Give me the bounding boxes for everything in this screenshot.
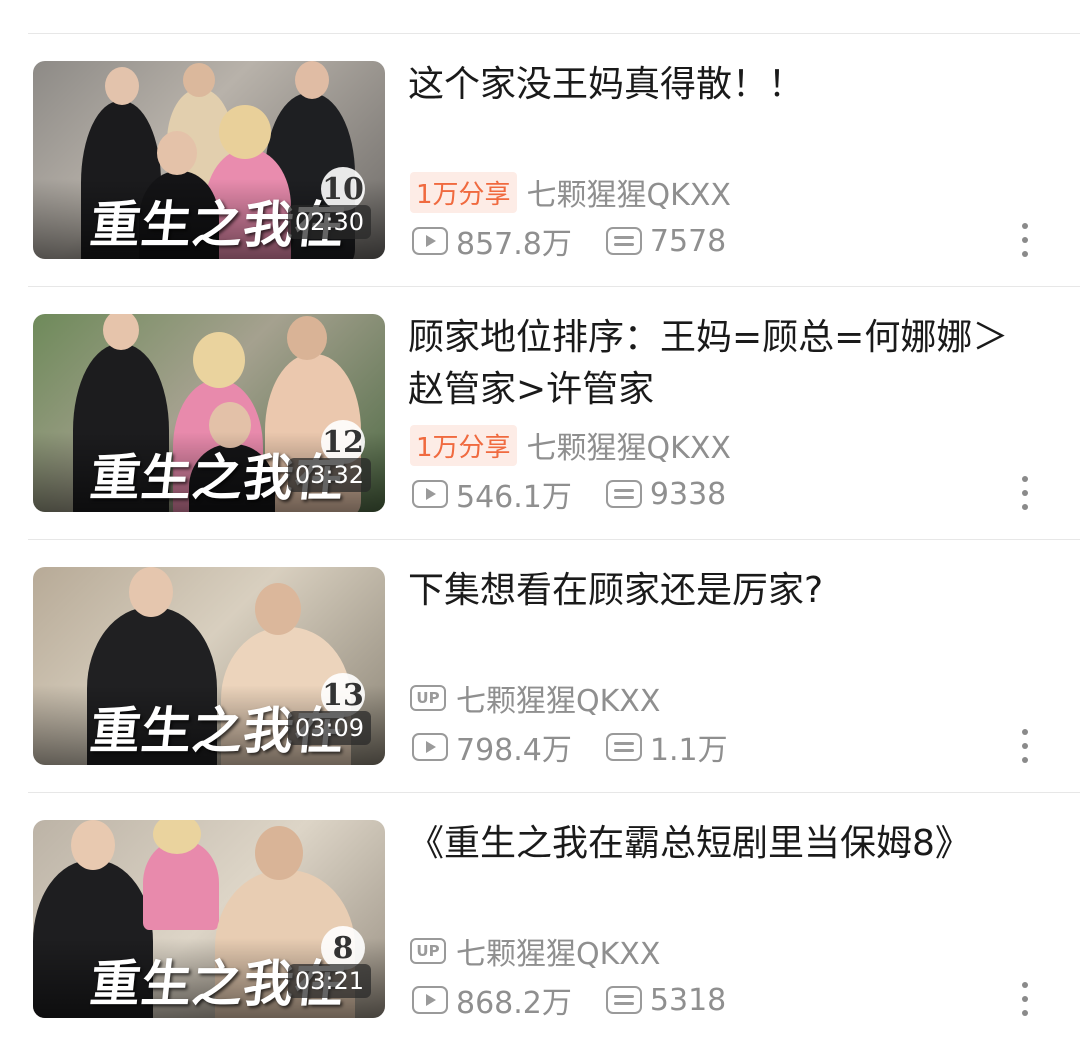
view-count: 798.4万 xyxy=(412,725,572,769)
uploader-name[interactable]: 七颗猩猩QKXX xyxy=(527,170,731,214)
uploader-name[interactable]: 七颗猩猩QKXX xyxy=(527,423,731,467)
divider xyxy=(28,286,1080,287)
comment-count: 5318 xyxy=(605,982,727,1018)
uploader-name[interactable]: 七颗猩猩QKXX xyxy=(456,676,660,720)
up-badge-icon: UP xyxy=(410,938,446,964)
video-title[interactable]: 下集想看在顾家还是厉家? xyxy=(408,565,1040,617)
share-count-tag: 1万分享 xyxy=(410,171,517,213)
video-meta-uploader: UP 七颗猩猩QKXX xyxy=(410,676,660,720)
play-count-icon xyxy=(412,227,448,255)
danmaku-count-icon xyxy=(605,480,642,508)
view-count-value: 868.2万 xyxy=(456,986,572,1021)
video-meta-uploader: 1万分享 七颗猩猩QKXX xyxy=(410,423,731,467)
more-vertical-icon[interactable] xyxy=(1020,223,1030,257)
video-thumbnail[interactable]: 重生之我在 8 03:21 xyxy=(33,820,385,1018)
video-stats: 857.8万 7578 xyxy=(412,219,726,263)
comment-count-value: 7578 xyxy=(649,223,727,259)
divider xyxy=(28,792,1080,793)
view-count: 857.8万 xyxy=(412,219,572,263)
video-title[interactable]: 这个家没王妈真得散！！ xyxy=(408,59,1040,111)
video-duration: 02:30 xyxy=(287,205,371,239)
video-item[interactable]: 重生之我在 10 02:30 这个家没王妈真得散！！ 1万分享 七颗猩猩QKXX… xyxy=(0,33,1080,286)
video-stats: 868.2万 5318 xyxy=(412,978,726,1022)
danmaku-count-icon xyxy=(605,227,642,255)
more-vertical-icon[interactable] xyxy=(1020,729,1030,763)
divider xyxy=(28,539,1080,540)
view-count-value: 798.4万 xyxy=(456,733,572,768)
danmaku-count-icon xyxy=(605,733,642,761)
play-count-icon xyxy=(412,986,448,1014)
comment-count: 7578 xyxy=(605,223,727,259)
video-stats: 798.4万 1.1万 xyxy=(412,725,728,769)
comment-count: 9338 xyxy=(605,476,727,512)
more-vertical-icon[interactable] xyxy=(1020,982,1030,1016)
uploader-name[interactable]: 七颗猩猩QKXX xyxy=(456,929,660,973)
danmaku-count-icon xyxy=(605,986,642,1014)
video-stats: 546.1万 9338 xyxy=(412,472,726,516)
more-vertical-icon[interactable] xyxy=(1020,476,1030,510)
video-thumbnail[interactable]: 重生之我在 13 03:09 xyxy=(33,567,385,765)
video-item[interactable]: 重生之我在 12 03:32 顾家地位排序：王妈=顾总=何娜娜＞赵管家>许管家 … xyxy=(0,286,1080,539)
comment-count-value: 9338 xyxy=(649,476,727,512)
play-count-icon xyxy=(412,480,448,508)
video-meta-uploader: 1万分享 七颗猩猩QKXX xyxy=(410,170,731,214)
video-list: 重生之我在 10 02:30 这个家没王妈真得散！！ 1万分享 七颗猩猩QKXX… xyxy=(0,33,1080,1045)
video-title[interactable]: 《重生之我在霸总短剧里当保姆8》 xyxy=(408,818,1040,870)
video-item[interactable]: 重生之我在 13 03:09 下集想看在顾家还是厉家? UP 七颗猩猩QKXX … xyxy=(0,539,1080,792)
comment-count-value: 5318 xyxy=(649,982,727,1018)
comment-count-value: 1.1万 xyxy=(649,733,728,768)
play-count-icon xyxy=(412,733,448,761)
video-thumbnail[interactable]: 重生之我在 12 03:32 xyxy=(33,314,385,512)
share-count-tag: 1万分享 xyxy=(410,424,517,466)
video-duration: 03:09 xyxy=(287,711,371,745)
video-title[interactable]: 顾家地位排序：王妈=顾总=何娜娜＞赵管家>许管家 xyxy=(408,312,1040,416)
view-count: 546.1万 xyxy=(412,472,572,516)
comment-count: 1.1万 xyxy=(605,725,728,769)
divider xyxy=(28,33,1080,34)
video-duration: 03:32 xyxy=(287,458,371,492)
video-item[interactable]: 重生之我在 8 03:21 《重生之我在霸总短剧里当保姆8》 UP 七颗猩猩QK… xyxy=(0,792,1080,1045)
view-count-value: 857.8万 xyxy=(456,227,572,262)
video-duration: 03:21 xyxy=(287,964,371,998)
video-thumbnail[interactable]: 重生之我在 10 02:30 xyxy=(33,61,385,259)
video-meta-uploader: UP 七颗猩猩QKXX xyxy=(410,929,660,973)
view-count-value: 546.1万 xyxy=(456,480,572,515)
up-badge-icon: UP xyxy=(410,685,446,711)
view-count: 868.2万 xyxy=(412,978,572,1022)
